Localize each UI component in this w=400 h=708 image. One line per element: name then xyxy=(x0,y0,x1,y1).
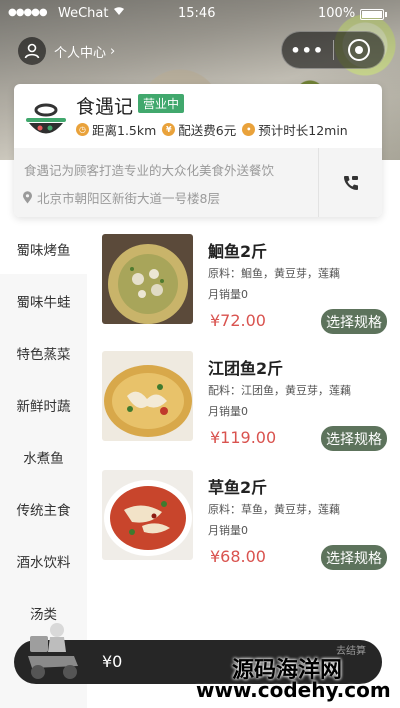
miniprogram-capsule: ••• xyxy=(281,31,385,69)
dish-price: ¥119.00 xyxy=(210,428,277,447)
close-miniprogram-button[interactable] xyxy=(333,39,384,61)
dish-price: ¥72.00 xyxy=(210,311,266,330)
cart-bar[interactable]: ¥0 去结算 xyxy=(14,623,382,684)
phone-icon xyxy=(343,175,358,190)
dish-monthly-sales: 月销量0 xyxy=(208,405,248,418)
eta-info: • 预计时长12min xyxy=(242,120,348,139)
location-pin-icon xyxy=(23,191,32,204)
category-item[interactable]: 新鲜时蔬 xyxy=(0,380,87,430)
category-item[interactable]: 酒水饮料 xyxy=(0,536,87,586)
dish-card: 草鱼2斤 原料：草鱼，黄豆芽，莲藕 月销量0 ¥68.00 选择规格 xyxy=(102,470,392,570)
dish-image[interactable] xyxy=(102,470,193,560)
dish-monthly-sales: 月销量0 xyxy=(208,288,248,301)
dish-name: 草鱼2斤 xyxy=(208,478,268,497)
shop-info-card: 食遇记 营业中 ◷ 距离1.5km ¥ 配送费6元 • 预计时长12min 食遇… xyxy=(14,84,382,217)
delivery-scooter-icon[interactable] xyxy=(24,622,84,684)
shop-meta-row: ◷ 距离1.5km ¥ 配送费6元 • 预计时长12min xyxy=(76,120,354,139)
category-item[interactable]: 传统主食 xyxy=(0,484,87,534)
carrier-label: WeChat xyxy=(58,6,109,21)
call-shop-button[interactable] xyxy=(318,148,382,217)
shop-logo-icon xyxy=(26,103,66,134)
delivery-fee-info: ¥ 配送费6元 xyxy=(162,120,236,139)
distance-text: 距离1.5km xyxy=(92,123,157,138)
dish-name: 鮰鱼2斤 xyxy=(208,242,268,261)
user-center-label: 个人中心 xyxy=(54,45,107,61)
dish-image[interactable] xyxy=(102,351,193,441)
dish-ingredients: 原料：鮰鱼，黄豆芽，莲藕 xyxy=(208,267,340,280)
chevron-right-icon: › xyxy=(110,43,116,59)
dish-price: ¥68.00 xyxy=(210,547,266,566)
dish-ingredients: 原料：草鱼，黄豆芽，莲藕 xyxy=(208,503,340,516)
target-close-icon xyxy=(347,39,370,61)
select-spec-button[interactable]: 选择规格 xyxy=(321,426,387,451)
dish-card: 江团鱼2斤 配料：江团鱼，黄豆芽，莲藕 月销量0 ¥119.00 选择规格 xyxy=(102,351,392,451)
distance-info: ◷ 距离1.5km xyxy=(76,120,156,139)
user-avatar-icon xyxy=(18,37,46,65)
category-item[interactable]: 蜀味牛蛙 xyxy=(0,276,87,326)
delivery-fee-text: 配送费6元 xyxy=(178,123,237,138)
shop-status-badge: 营业中 xyxy=(138,94,185,113)
shop-address[interactable]: 北京市朝阳区新街大道一号楼8层 xyxy=(22,188,220,207)
dish-card: 鮰鱼2斤 原料：鮰鱼，黄豆芽，莲藕 月销量0 ¥72.00 选择规格 xyxy=(102,234,392,334)
select-spec-button[interactable]: 选择规格 xyxy=(321,545,387,570)
more-menu-button[interactable]: ••• xyxy=(282,41,333,60)
status-bar: ●●●●● WeChat 15:46 100% xyxy=(0,0,400,28)
shop-address-text: 北京市朝阳区新街大道一号楼8层 xyxy=(37,191,220,206)
wifi-icon xyxy=(112,5,126,19)
yuan-coin-icon: ¥ xyxy=(162,123,176,136)
battery-percentage: 100% xyxy=(318,6,356,21)
pin-coin-icon: • xyxy=(242,123,256,136)
dish-monthly-sales: 月销量0 xyxy=(208,524,248,537)
category-item[interactable]: 特色蒸菜 xyxy=(0,328,87,378)
ellipsis-icon: ••• xyxy=(290,40,325,60)
category-item-active[interactable]: 蜀味烤鱼 xyxy=(0,224,87,274)
dish-ingredients: 配料：江团鱼，黄豆芽，莲藕 xyxy=(208,384,351,397)
dish-name: 江团鱼2斤 xyxy=(208,359,284,378)
dish-image[interactable] xyxy=(102,234,193,324)
shop-description: 食遇记为顾客打造专业的大众化美食外送餐饮 xyxy=(24,163,275,178)
clock-time: 15:46 xyxy=(178,6,216,21)
shop-description-block: 食遇记为顾客打造专业的大众化美食外送餐饮 北京市朝阳区新街大道一号楼8层 xyxy=(14,148,318,217)
battery-icon xyxy=(360,9,387,20)
category-item[interactable]: 水煮鱼 xyxy=(0,432,87,482)
user-center-link[interactable]: 个人中心 › xyxy=(18,37,115,65)
select-spec-button[interactable]: 选择规格 xyxy=(321,309,387,334)
eta-text: 预计时长12min xyxy=(258,123,348,138)
clock-icon: ◷ xyxy=(76,123,89,136)
shop-name: 食遇记 xyxy=(76,96,134,118)
cart-total: ¥0 xyxy=(102,652,123,671)
signal-strength-icon: ●●●●● xyxy=(8,7,48,18)
checkout-label[interactable]: 去结算 xyxy=(336,642,366,657)
